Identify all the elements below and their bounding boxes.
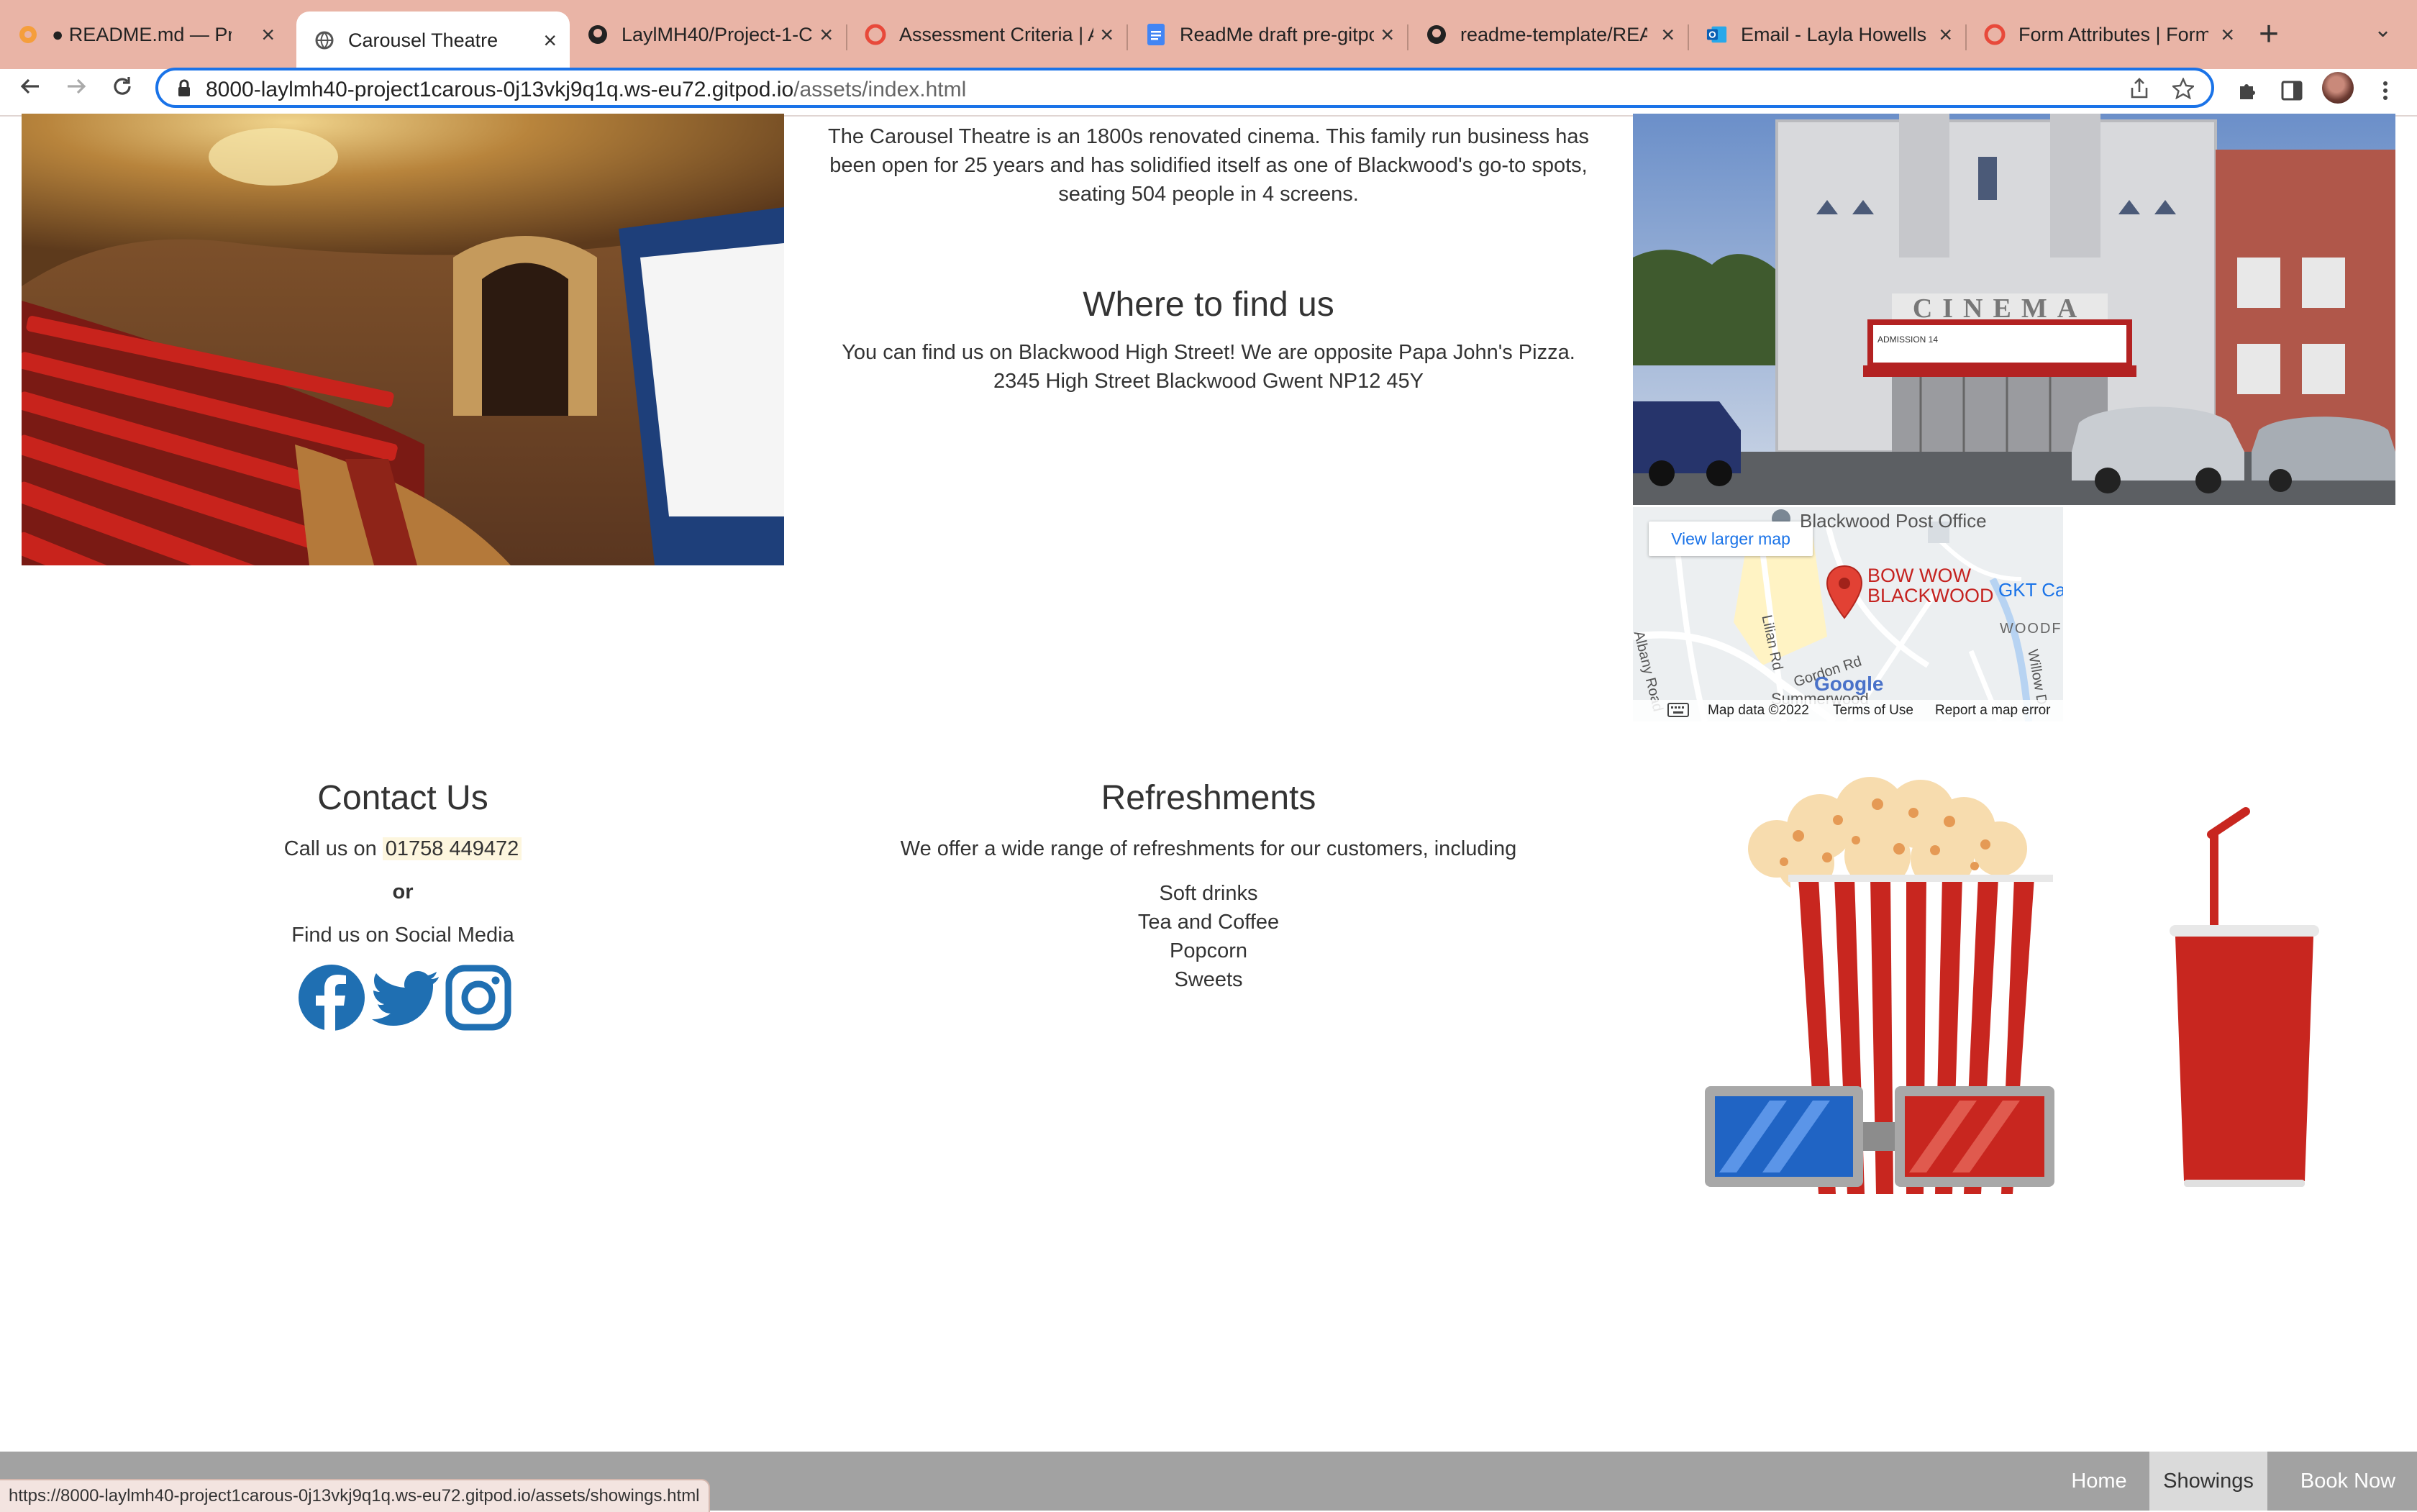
social-media-text: Find us on Social Media	[291, 924, 514, 947]
twitter-icon[interactable]	[371, 964, 439, 1031]
tab-label: readme-template/REA	[1460, 23, 1647, 45]
map-data-text: Map data ©2022	[1708, 703, 1809, 718]
phone-number[interactable]: 01758 449472	[382, 837, 522, 860]
refreshments-list: Soft drinks Tea and Coffee Popcorn Sweet…	[1065, 879, 1352, 994]
tab-github-project[interactable]: LaylMH40/Project-1-C ×	[570, 12, 846, 58]
avatar[interactable]	[2322, 72, 2354, 104]
call-us-label: Call us on	[283, 837, 383, 860]
location-map[interactable]: View larger map Blackwood Post Office BO…	[1633, 507, 2063, 721]
tab-label: Assessment Criteria | A	[899, 23, 1093, 45]
gitpod-icon	[17, 24, 39, 45]
extensions-puzzle-icon[interactable]	[2233, 76, 2262, 105]
lock-icon[interactable]	[177, 79, 191, 101]
map-footer: Map data ©2022 Terms of Use Report a map…	[1633, 700, 2063, 721]
close-icon[interactable]: ×	[543, 27, 557, 54]
forward-arrow-icon[interactable]	[59, 69, 94, 104]
map-label-post-office: Blackwood Post Office	[1800, 510, 1987, 532]
list-item: Tea and Coffee	[1137, 911, 1280, 934]
tab-label: Form Attributes | Form	[2018, 23, 2208, 45]
tab-label: ● README.md — Proj	[52, 23, 232, 45]
chevron-down-icon[interactable]: ⌄	[2374, 17, 2392, 42]
or-text: or	[392, 880, 414, 903]
location-line-1: You can find us on Blackwood High Street…	[842, 341, 1575, 364]
github-icon	[1426, 24, 1447, 45]
nav-book-now-link[interactable]: Book Now	[2279, 1452, 2417, 1511]
codeinstitute-icon	[865, 24, 886, 45]
map-terms-link[interactable]: Terms of Use	[1833, 703, 1913, 719]
map-report-error-link[interactable]: Report a map error	[1935, 703, 2051, 719]
more-menu-icon[interactable]	[2371, 76, 2400, 105]
tab-label: Email - Layla Howells -	[1741, 23, 1929, 45]
status-bar-url: https://8000-laylmh40-project1carous-0j1…	[0, 1479, 710, 1512]
bookmark-star-icon[interactable]	[2171, 77, 2195, 105]
list-item: Soft drinks	[1159, 882, 1258, 905]
globe-icon	[314, 29, 335, 51]
github-icon	[587, 24, 609, 45]
refreshments-heading: Refreshments	[1101, 779, 1316, 817]
side-panel-icon[interactable]	[2277, 76, 2306, 105]
instagram-icon[interactable]	[445, 964, 512, 1031]
close-icon[interactable]: ×	[261, 22, 275, 48]
map-label-gkt: GKT Ca	[1998, 579, 2063, 601]
tab-carousel-theatre[interactable]: Carousel Theatre ×	[296, 12, 570, 69]
tab-readme[interactable]: ● README.md — Proj ×	[0, 12, 288, 58]
theatre-interior-image	[22, 114, 784, 565]
google-docs-icon	[1145, 24, 1167, 45]
close-icon[interactable]: ×	[2221, 22, 2234, 48]
nav-showings-link[interactable]: Showings	[2149, 1452, 2267, 1511]
tab-email[interactable]: Email - Layla Howells - ×	[1689, 12, 1965, 58]
tab-readme-draft[interactable]: ReadMe draft pre-gitpo ×	[1128, 12, 1407, 58]
map-label-place-1: BOW WOW	[1867, 565, 1971, 586]
map-label-place-2: BLACKWOOD	[1867, 585, 1994, 606]
call-us-text: Call us on 01758 449472	[187, 834, 619, 863]
codeinstitute-icon	[1984, 24, 2006, 45]
address-text: 2345 High Street Blackwood Gwent NP12 45…	[993, 370, 1424, 393]
reload-icon[interactable]	[105, 69, 140, 104]
cinema-exterior-image: CINEMA ADMISSION 14	[1633, 114, 2395, 505]
about-text: The Carousel Theatre is an 1800s renovat…	[828, 125, 1589, 206]
marquee-text: CINEMA	[1913, 293, 2087, 324]
list-item: Sweets	[1174, 968, 1243, 991]
close-icon[interactable]: ×	[1661, 22, 1675, 48]
contact-us-heading: Contact Us	[317, 779, 488, 817]
tab-label: ReadMe draft pre-gitpo	[1180, 23, 1374, 45]
tab-form-attributes[interactable]: Form Attributes | Form ×	[1967, 12, 2247, 58]
address-bar[interactable]: 8000-laylmh40-project1carous-0j13vkj9q1q…	[155, 68, 2214, 108]
close-icon[interactable]: ×	[1100, 22, 1114, 48]
close-icon[interactable]: ×	[1380, 22, 1394, 48]
map-pin-icon[interactable]	[1824, 565, 1865, 623]
view-larger-map-link[interactable]: View larger map	[1649, 522, 1813, 556]
url-text: 8000-laylmh40-project1carous-0j13vkj9q1q…	[206, 78, 967, 101]
tab-label: Carousel Theatre	[348, 29, 499, 51]
tab-label: LaylMH40/Project-1-C	[622, 23, 813, 45]
nav-home-link[interactable]: Home	[2060, 1452, 2138, 1511]
map-label-woodfield: WOODFI	[2000, 621, 2063, 637]
list-item: Popcorn	[1169, 939, 1247, 962]
tab-assessment-criteria[interactable]: Assessment Criteria | A ×	[847, 12, 1126, 58]
google-logo: Google	[1814, 673, 1884, 695]
back-arrow-icon[interactable]	[13, 69, 47, 104]
new-tab-plus-icon[interactable]: +	[2259, 14, 2279, 54]
tab-readme-template[interactable]: readme-template/REA ×	[1408, 12, 1688, 58]
refreshments-intro: We offer a wide range of refreshments fo…	[900, 837, 1517, 860]
where-to-find-us-heading: Where to find us	[1083, 286, 1334, 324]
admission-text: ADMISSION 14	[1877, 334, 1938, 345]
outlook-icon	[1706, 24, 1728, 45]
facebook-icon[interactable]	[298, 964, 365, 1031]
close-icon[interactable]: ×	[1939, 22, 1952, 48]
share-icon[interactable]	[2129, 78, 2149, 105]
close-icon[interactable]: ×	[819, 22, 833, 48]
popcorn-illustration	[1690, 770, 2338, 1201]
keyboard-icon[interactable]	[1667, 703, 1689, 721]
